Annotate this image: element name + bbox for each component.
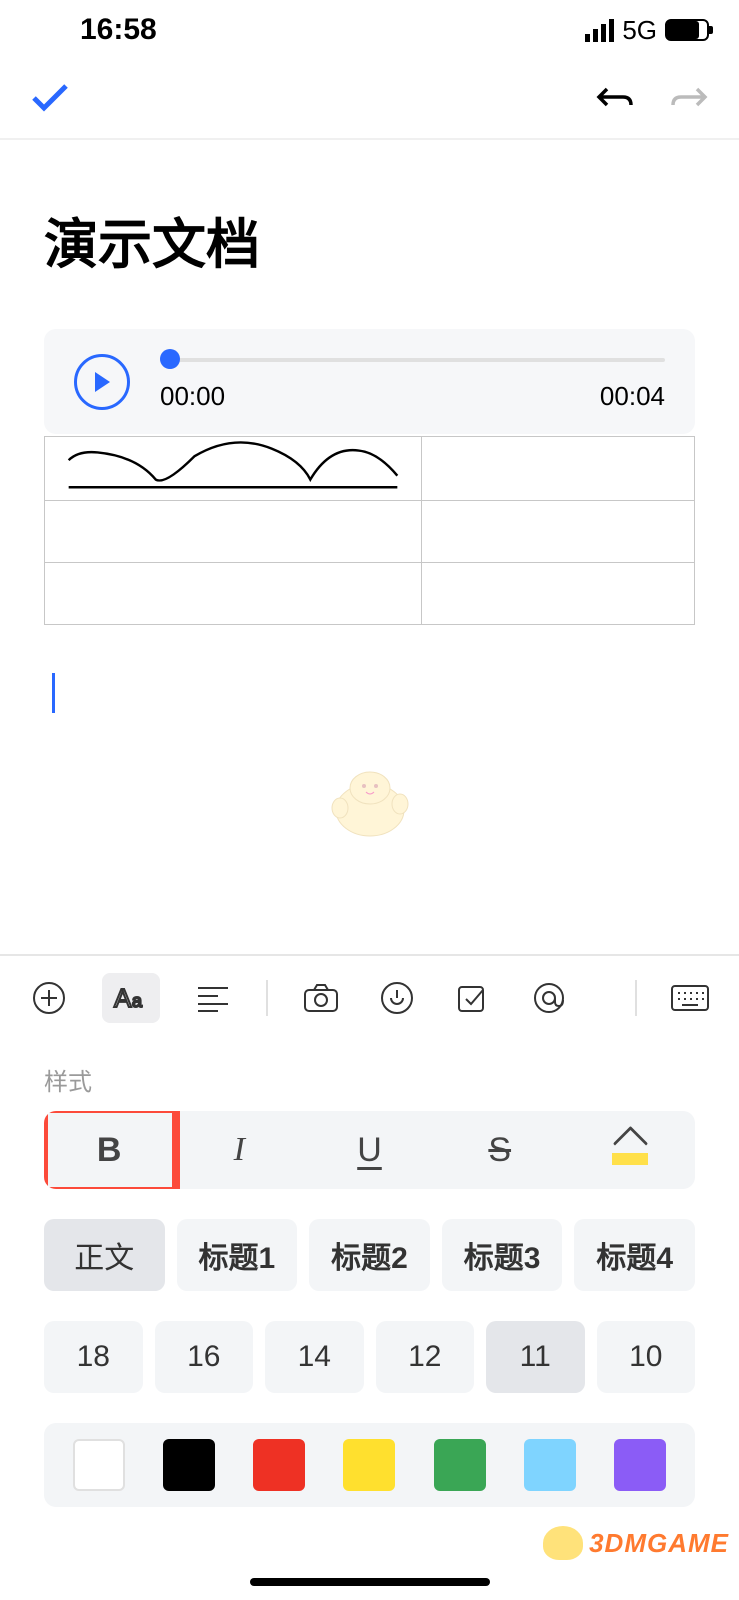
divider xyxy=(266,980,268,1016)
mention-button[interactable] xyxy=(526,975,572,1021)
voice-button[interactable] xyxy=(374,975,420,1021)
size-chip[interactable]: 14 xyxy=(265,1321,364,1393)
color-swatch[interactable] xyxy=(434,1439,486,1491)
network-label: 5G xyxy=(622,15,657,46)
heading-chip[interactable]: 标题3 xyxy=(442,1219,563,1291)
top-toolbar xyxy=(0,60,739,140)
audio-slider[interactable] xyxy=(160,351,665,367)
text-cursor xyxy=(52,673,55,713)
heading-chip[interactable]: 正文 xyxy=(44,1219,165,1291)
underline-button[interactable]: U xyxy=(304,1111,434,1189)
size-chip[interactable]: 10 xyxy=(597,1321,696,1393)
heading-chip[interactable]: 标题1 xyxy=(177,1219,298,1291)
color-swatch[interactable] xyxy=(73,1439,125,1491)
watermark-text: 3DMGAME xyxy=(589,1528,729,1559)
signal-icon xyxy=(585,19,614,42)
watermark-icon xyxy=(543,1526,583,1560)
size-chip[interactable]: 16 xyxy=(155,1321,254,1393)
add-button[interactable] xyxy=(26,975,72,1021)
highlight-button[interactable] xyxy=(565,1111,695,1189)
home-indicator[interactable] xyxy=(250,1578,490,1586)
color-swatch[interactable] xyxy=(163,1439,215,1491)
play-button[interactable] xyxy=(74,354,130,410)
handwriting-icon xyxy=(45,437,421,495)
text-style-button[interactable]: Aa xyxy=(102,973,160,1023)
align-button[interactable] xyxy=(190,975,236,1021)
audio-current-time: 00:00 xyxy=(160,381,225,412)
color-row xyxy=(44,1423,695,1507)
watermark: 3DMGAME xyxy=(543,1526,729,1560)
audio-player: 00:00 00:04 xyxy=(44,329,695,434)
table-cell[interactable] xyxy=(45,501,422,563)
color-swatch[interactable] xyxy=(253,1439,305,1491)
style-panel: 样式 B I U S 正文标题1标题2标题3标题4 181614121110 xyxy=(0,1040,739,1600)
heading-chip[interactable]: 标题2 xyxy=(309,1219,430,1291)
status-time: 16:58 xyxy=(80,13,157,47)
checklist-button[interactable] xyxy=(450,975,496,1021)
done-button[interactable] xyxy=(30,82,70,117)
color-swatch[interactable] xyxy=(614,1439,666,1491)
heading-chip[interactable]: 标题4 xyxy=(574,1219,695,1291)
mascot-icon xyxy=(320,760,420,840)
divider xyxy=(635,980,637,1016)
redo-button[interactable] xyxy=(669,83,709,116)
text-style-row: B I U S xyxy=(44,1111,695,1189)
table-cell[interactable] xyxy=(422,563,695,625)
content-table[interactable] xyxy=(44,436,695,625)
italic-button[interactable]: I xyxy=(174,1111,304,1189)
svg-text:A: A xyxy=(114,983,132,1013)
panel-label: 样式 xyxy=(44,1062,695,1097)
svg-text:a: a xyxy=(132,991,143,1011)
size-row: 181614121110 xyxy=(44,1321,695,1393)
status-bar: 16:58 5G xyxy=(0,0,739,60)
color-swatch[interactable] xyxy=(524,1439,576,1491)
table-cell[interactable] xyxy=(45,437,422,501)
status-right: 5G xyxy=(585,15,709,46)
table-cell[interactable] xyxy=(422,437,695,501)
camera-button[interactable] xyxy=(298,975,344,1021)
undo-button[interactable] xyxy=(595,83,635,116)
battery-icon xyxy=(665,19,709,41)
audio-duration: 00:04 xyxy=(600,381,665,412)
heading-row: 正文标题1标题2标题3标题4 xyxy=(44,1219,695,1291)
editor-area[interactable]: 演示文档 00:00 00:04 xyxy=(0,140,739,713)
document-title[interactable]: 演示文档 xyxy=(44,200,695,279)
table-cell[interactable] xyxy=(45,563,422,625)
table-cell[interactable] xyxy=(422,501,695,563)
bold-button[interactable]: B xyxy=(44,1111,174,1189)
size-chip[interactable]: 11 xyxy=(486,1321,585,1393)
strikethrough-button[interactable]: S xyxy=(435,1111,565,1189)
format-toolbar: Aa xyxy=(0,954,739,1040)
keyboard-button[interactable] xyxy=(667,975,713,1021)
color-swatch[interactable] xyxy=(343,1439,395,1491)
size-chip[interactable]: 18 xyxy=(44,1321,143,1393)
size-chip[interactable]: 12 xyxy=(376,1321,475,1393)
